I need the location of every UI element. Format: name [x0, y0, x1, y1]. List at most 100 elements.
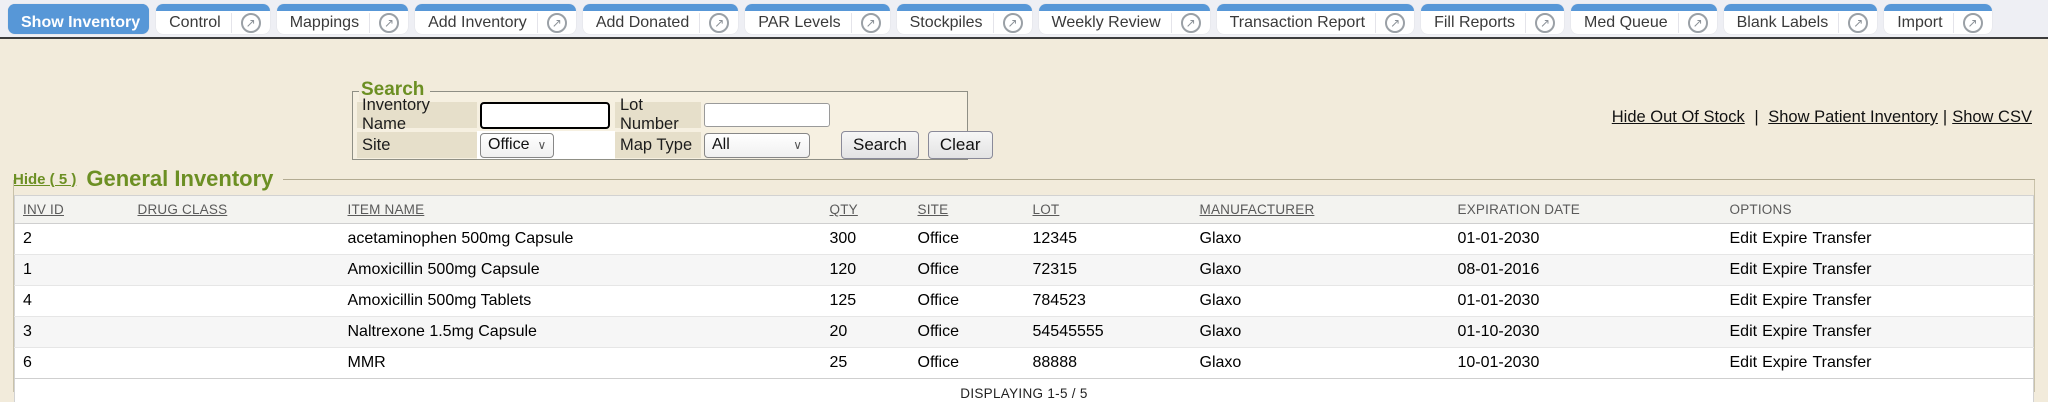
lot-number-label: Lot Number [615, 102, 701, 128]
column-header-options: OPTIONS [1722, 196, 2034, 224]
external-link-icon[interactable]: ↗ [851, 13, 881, 33]
lot-number-cell [701, 102, 835, 128]
lot-number-input[interactable] [704, 103, 830, 127]
transfer-link[interactable]: Transfer [1812, 230, 1871, 247]
tab-med-queue[interactable]: Med Queue ↗ [1571, 4, 1717, 34]
tab-blank-labels[interactable]: Blank Labels ↗ [1724, 4, 1878, 34]
show-patient-inventory-link[interactable]: Show Patient Inventory [1768, 108, 1938, 126]
transfer-link[interactable]: Transfer [1812, 292, 1871, 309]
tab-fill-reports[interactable]: Fill Reports ↗ [1421, 4, 1564, 34]
tab-label: Mappings [290, 14, 359, 32]
inventory-name-cell [477, 102, 615, 128]
tab-body: Fill Reports ↗ [1421, 11, 1564, 34]
tab-body: Control ↗ [156, 11, 270, 34]
cell-lot: 12345 [1025, 224, 1192, 255]
site-select[interactable]: Office ∨ [480, 133, 554, 158]
tab-import[interactable]: Import ↗ [1884, 4, 1991, 34]
external-link-icon[interactable]: ↗ [231, 13, 261, 33]
search-buttons: Search Clear [835, 131, 993, 159]
cell-expiration-date: 08-01-2016 [1450, 255, 1722, 286]
search-button[interactable]: Search [841, 131, 919, 159]
cell-site: Office [910, 348, 1025, 379]
external-link-icon[interactable]: ↗ [1838, 13, 1868, 33]
tab-body: PAR Levels ↗ [745, 11, 889, 34]
edit-link[interactable]: Edit [1730, 292, 1758, 309]
edit-link[interactable]: Edit [1730, 354, 1758, 371]
tab-label: Stockpiles [910, 14, 983, 32]
chevron-down-icon: ∨ [793, 138, 802, 152]
column-header-qty[interactable]: QTY [822, 196, 910, 224]
external-link-icon[interactable]: ↗ [1525, 13, 1555, 33]
cell-qty: 120 [822, 255, 910, 286]
cell-options: EditExpire Transfer [1722, 255, 2034, 286]
edit-link[interactable]: Edit [1730, 230, 1758, 247]
cell-inv-id: 3 [15, 317, 130, 348]
expire-link[interactable]: Expire [1762, 292, 1807, 309]
tab-weekly-review[interactable]: Weekly Review ↗ [1039, 4, 1210, 34]
cell-options: EditExpire Transfer [1722, 224, 2034, 255]
tab-transaction-report[interactable]: Transaction Report ↗ [1217, 4, 1414, 34]
edit-link[interactable]: Edit [1730, 261, 1758, 278]
clear-button[interactable]: Clear [928, 131, 993, 159]
tab-show-inventory[interactable]: Show Inventory [8, 4, 149, 34]
tab-add-donated[interactable]: Add Donated ↗ [583, 4, 738, 34]
external-link-icon[interactable]: ↗ [1375, 13, 1405, 33]
cell-manufacturer: Glaxo [1192, 255, 1450, 286]
cell-qty: 20 [822, 317, 910, 348]
paging-status: DISPLAYING 1-5 / 5 [15, 379, 2034, 402]
expire-link[interactable]: Expire [1762, 230, 1807, 247]
expire-link[interactable]: Expire [1762, 354, 1807, 371]
expire-link[interactable]: Expire [1762, 261, 1807, 278]
cell-site: Office [910, 255, 1025, 286]
cell-manufacturer: Glaxo [1192, 286, 1450, 317]
inventory-panel: INV ID DRUG CLASS ITEM NAME QTY SITE LOT… [13, 180, 2035, 392]
external-link-icon[interactable]: ↗ [369, 13, 399, 33]
cell-inv-id: 4 [15, 286, 130, 317]
cell-drug-class [130, 255, 340, 286]
column-header-item-name[interactable]: ITEM NAME [340, 196, 822, 224]
cell-options: EditExpire Transfer [1722, 348, 2034, 379]
external-link-icon[interactable]: ↗ [1171, 13, 1201, 33]
table-footer-row: DISPLAYING 1-5 / 5 [15, 379, 2034, 402]
table-row: 3 Naltrexone 1.5mg Capsule 20 Office 545… [15, 317, 2034, 348]
cell-manufacturer: Glaxo [1192, 348, 1450, 379]
cell-options: EditExpire Transfer [1722, 317, 2034, 348]
tab-stockpiles[interactable]: Stockpiles ↗ [897, 4, 1032, 34]
external-link-icon[interactable]: ↗ [699, 13, 729, 33]
external-link-icon[interactable]: ↗ [1678, 13, 1708, 33]
hide-out-of-stock-link[interactable]: Hide Out Of Stock [1612, 108, 1745, 126]
cell-inv-id: 1 [15, 255, 130, 286]
cell-lot: 54545555 [1025, 317, 1192, 348]
map-type-select-value: All [712, 136, 730, 154]
column-header-drug-class[interactable]: DRUG CLASS [130, 196, 340, 224]
expire-link[interactable]: Expire [1762, 323, 1807, 340]
cell-item-name: Amoxicillin 500mg Tablets [340, 286, 822, 317]
transfer-link[interactable]: Transfer [1812, 354, 1871, 371]
tab-add-inventory[interactable]: Add Inventory ↗ [415, 4, 576, 34]
tab-body: Blank Labels ↗ [1724, 11, 1878, 34]
spacer-cell [835, 102, 993, 128]
tab-par-levels[interactable]: PAR Levels ↗ [745, 4, 889, 34]
transfer-link[interactable]: Transfer [1812, 323, 1871, 340]
external-link-icon[interactable]: ↗ [537, 13, 567, 33]
cell-lot: 784523 [1025, 286, 1192, 317]
column-header-lot[interactable]: LOT [1025, 196, 1192, 224]
tab-mappings[interactable]: Mappings ↗ [277, 4, 408, 34]
show-csv-link[interactable]: Show CSV [1952, 108, 2032, 126]
column-header-site[interactable]: SITE [910, 196, 1025, 224]
external-link-icon[interactable]: ↗ [993, 13, 1023, 33]
edit-link[interactable]: Edit [1730, 323, 1758, 340]
chevron-down-icon: ∨ [538, 138, 547, 152]
inventory-table: INV ID DRUG CLASS ITEM NAME QTY SITE LOT… [14, 195, 2034, 402]
inventory-name-input[interactable] [480, 102, 610, 129]
column-header-manufacturer[interactable]: MANUFACTURER [1192, 196, 1450, 224]
tab-body: Weekly Review ↗ [1039, 11, 1210, 34]
tab-control[interactable]: Control ↗ [156, 4, 270, 34]
map-type-select[interactable]: All ∨ [704, 133, 810, 158]
cell-site: Office [910, 317, 1025, 348]
table-row: 1 Amoxicillin 500mg Capsule 120 Office 7… [15, 255, 2034, 286]
transfer-link[interactable]: Transfer [1812, 261, 1871, 278]
site-cell: Office ∨ [477, 131, 615, 159]
column-header-inv-id[interactable]: INV ID [15, 196, 130, 224]
external-link-icon[interactable]: ↗ [1953, 13, 1983, 33]
